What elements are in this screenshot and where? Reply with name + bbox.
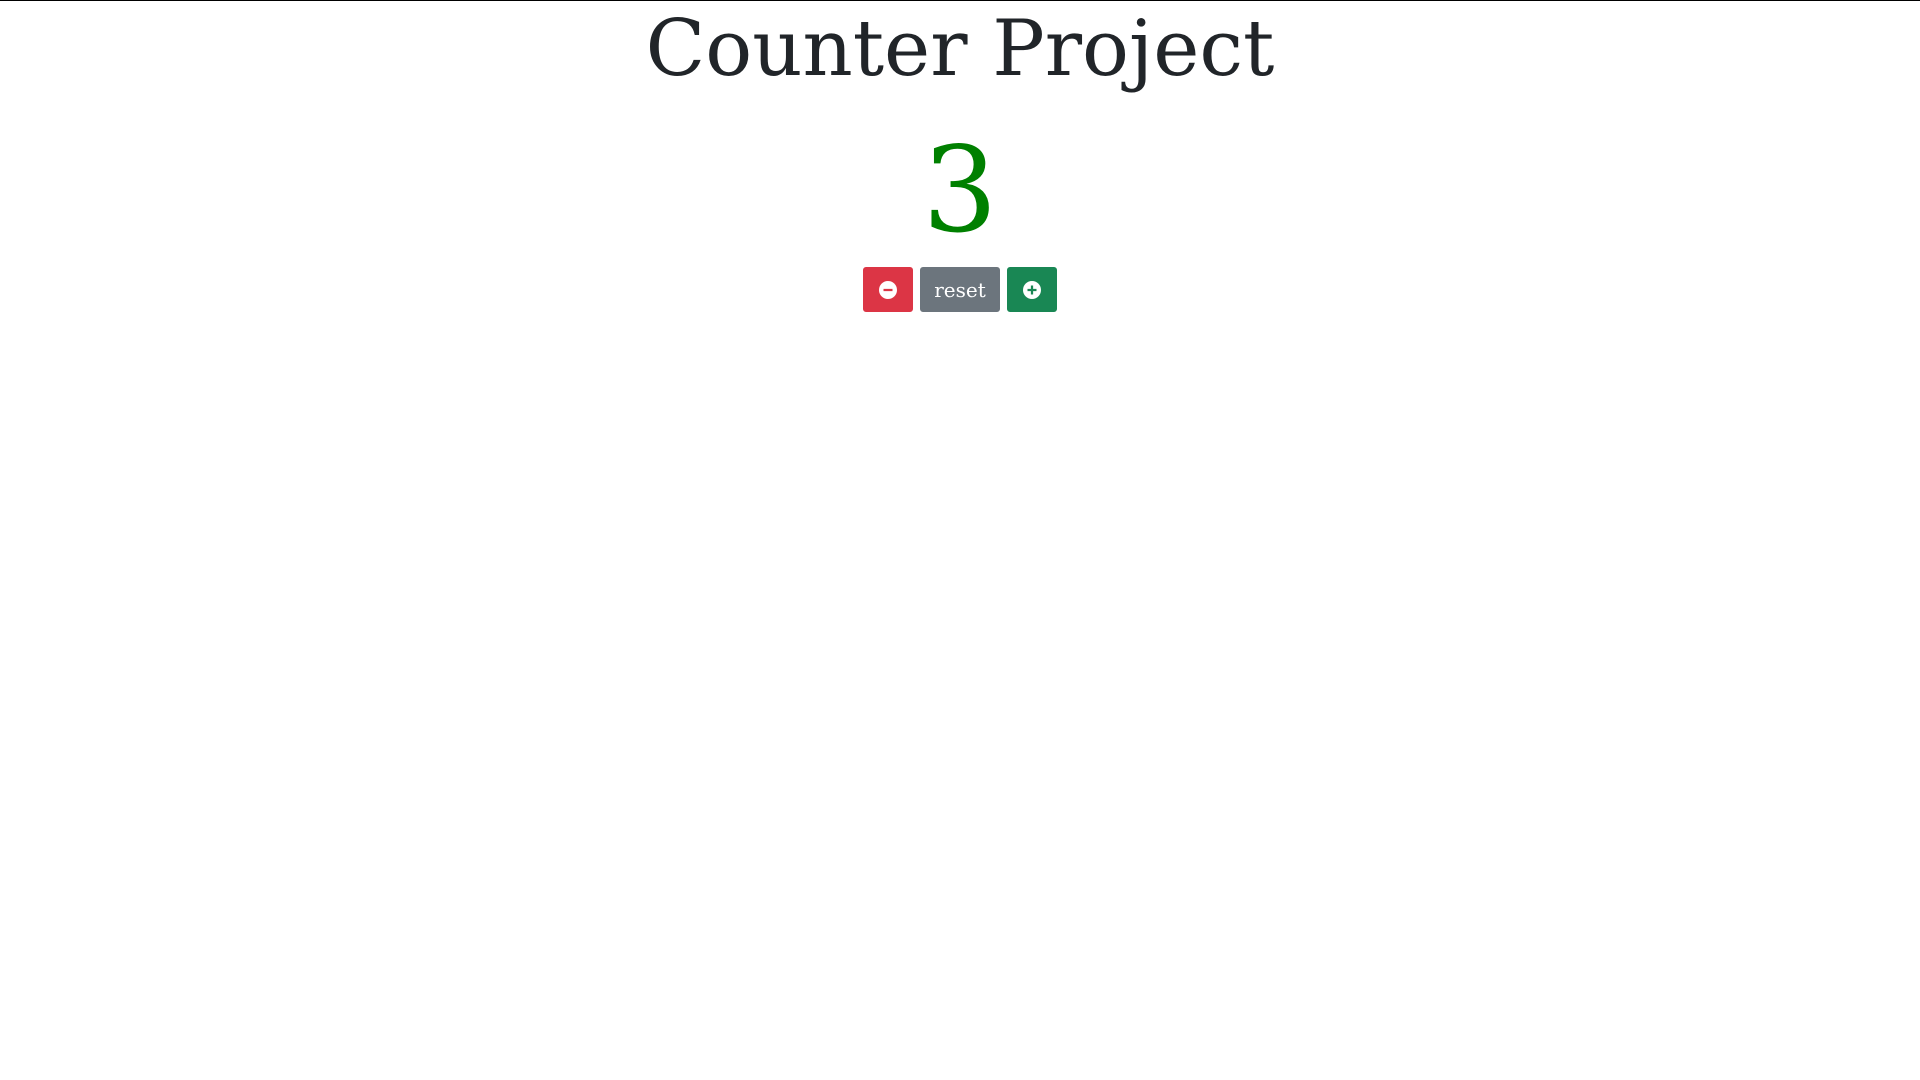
counter-controls: reset (863, 267, 1057, 312)
increment-button[interactable] (1007, 267, 1057, 312)
plus-circle-icon (1023, 280, 1041, 299)
reset-button[interactable]: reset (920, 267, 1000, 312)
app-container: Counter Project 3 reset (0, 1, 1920, 312)
page-title: Counter Project (645, 4, 1275, 94)
decrement-button[interactable] (863, 267, 913, 312)
minus-circle-icon (879, 280, 897, 299)
counter-value: 3 (922, 121, 998, 259)
